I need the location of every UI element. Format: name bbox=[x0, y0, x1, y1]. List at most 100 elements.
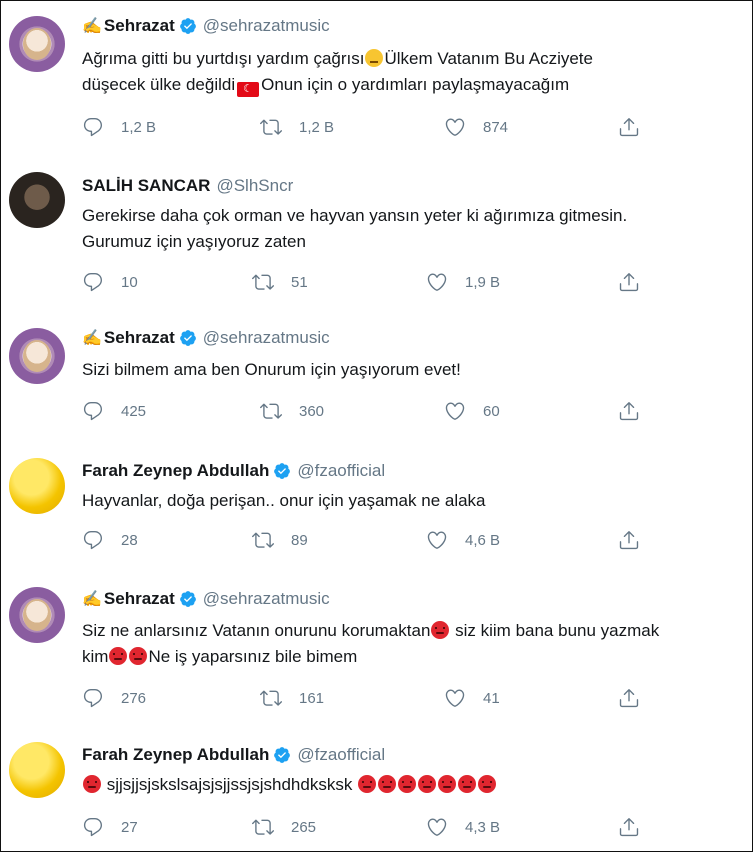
retweet-count: 1,2 B bbox=[299, 118, 335, 136]
reply-button[interactable]: 1,2 B bbox=[82, 115, 156, 139]
angry-face-emoji bbox=[438, 775, 457, 793]
like-icon bbox=[426, 816, 448, 838]
retweet-count: 161 bbox=[299, 689, 325, 707]
handle[interactable]: @sehrazatmusic bbox=[203, 16, 330, 36]
angry-face-emoji bbox=[478, 775, 497, 793]
retweet-button[interactable]: 161 bbox=[260, 686, 324, 710]
retweet-button[interactable]: 360 bbox=[260, 399, 324, 423]
like-button[interactable]: 874 bbox=[444, 115, 508, 139]
share-icon bbox=[618, 116, 640, 138]
unamused-face-emoji bbox=[365, 49, 384, 67]
retweet-count: 265 bbox=[291, 818, 317, 836]
display-name[interactable]: Farah Zeynep Abdullah bbox=[82, 745, 269, 765]
like-count: 1,9 B bbox=[465, 273, 501, 291]
writing-hand-icon: ✍ bbox=[82, 591, 102, 608]
sehrazat-avatar[interactable] bbox=[9, 328, 65, 384]
like-icon bbox=[444, 400, 466, 422]
sehrazat-avatar[interactable] bbox=[9, 16, 65, 72]
verified-badge-icon bbox=[273, 746, 291, 764]
retweet-button[interactable]: 51 bbox=[252, 270, 308, 294]
farah-avatar[interactable] bbox=[9, 458, 65, 514]
retweet-button[interactable]: 265 bbox=[252, 815, 316, 839]
like-button[interactable]: 60 bbox=[444, 399, 500, 423]
angry-face-emoji bbox=[378, 775, 397, 793]
handle[interactable]: @fzaofficial bbox=[297, 461, 385, 481]
retweet-count: 89 bbox=[291, 531, 308, 549]
retweet-count: 360 bbox=[299, 402, 325, 420]
like-button[interactable]: 4,3 B bbox=[426, 815, 500, 839]
angry-face-emoji bbox=[458, 775, 477, 793]
reply-icon bbox=[82, 400, 104, 422]
verified-badge-icon bbox=[179, 329, 197, 347]
like-count: 4,6 B bbox=[465, 531, 501, 549]
reply-button[interactable]: 28 bbox=[82, 528, 138, 552]
handle[interactable]: @sehrazatmusic bbox=[203, 328, 330, 348]
retweet-button[interactable]: 1,2 B bbox=[260, 115, 334, 139]
reply-button[interactable]: 10 bbox=[82, 270, 138, 294]
display-name[interactable]: Sehrazat bbox=[104, 589, 175, 609]
tweet-actions: 1,2 B 1,2 B 874 bbox=[82, 115, 642, 139]
share-button[interactable] bbox=[618, 270, 640, 294]
tweet-actions: 10 51 1,9 B bbox=[82, 270, 642, 294]
reply-button[interactable]: 276 bbox=[82, 686, 146, 710]
like-button[interactable]: 1,9 B bbox=[426, 270, 500, 294]
retweet-icon bbox=[252, 816, 274, 838]
angry-face-emoji bbox=[431, 621, 450, 639]
angry-face-emoji bbox=[358, 775, 377, 793]
handle[interactable]: @SlhSncr bbox=[216, 176, 293, 196]
farah-avatar[interactable] bbox=[9, 742, 65, 798]
reply-count: 1,2 B bbox=[121, 118, 157, 136]
share-icon bbox=[618, 529, 640, 551]
reply-count: 27 bbox=[121, 818, 138, 836]
angry-face-emoji bbox=[109, 647, 128, 665]
like-count: 874 bbox=[483, 118, 509, 136]
reply-button[interactable]: 27 bbox=[82, 815, 138, 839]
like-count: 60 bbox=[483, 402, 500, 420]
tweet-text: Gerekirse daha çok orman ve hayvan yansı… bbox=[82, 206, 628, 251]
handle[interactable]: @sehrazatmusic bbox=[203, 589, 330, 609]
reply-icon bbox=[82, 687, 104, 709]
handle[interactable]: @fzaofficial bbox=[297, 745, 385, 765]
reply-icon bbox=[82, 116, 104, 138]
tweet-text: sjjsjjsjskslsajsjsjjssjsjshdhdksksk bbox=[82, 772, 497, 798]
retweet-icon bbox=[260, 400, 282, 422]
display-name[interactable]: Sehrazat bbox=[104, 328, 175, 348]
share-icon bbox=[618, 400, 640, 422]
share-icon bbox=[618, 687, 640, 709]
reply-button[interactable]: 425 bbox=[82, 399, 146, 423]
tweet-text: Ağrıma gitti bu yurtdışı yardım çağrısı Ü… bbox=[82, 49, 593, 97]
retweet-icon bbox=[260, 687, 282, 709]
share-icon bbox=[618, 271, 640, 293]
tweet-actions: 27 265 4,3 B bbox=[82, 815, 642, 839]
retweet-count: 51 bbox=[291, 273, 308, 291]
display-name[interactable]: SALİH SANCAR bbox=[82, 176, 210, 196]
display-name[interactable]: Sehrazat bbox=[104, 16, 175, 36]
angry-face-emoji bbox=[83, 775, 101, 793]
reply-count: 425 bbox=[121, 402, 147, 420]
retweet-button[interactable]: 89 bbox=[252, 528, 308, 552]
share-button[interactable] bbox=[618, 399, 640, 423]
share-button[interactable] bbox=[618, 115, 640, 139]
reply-icon bbox=[82, 529, 104, 551]
share-icon bbox=[618, 816, 640, 838]
like-icon bbox=[426, 529, 448, 551]
turkey-flag-emoji: ☾ bbox=[237, 82, 260, 97]
like-button[interactable]: 4,6 B bbox=[426, 528, 500, 552]
salih-avatar[interactable] bbox=[9, 172, 65, 228]
reply-count: 276 bbox=[121, 689, 147, 707]
like-button[interactable]: 41 bbox=[444, 686, 500, 710]
display-name[interactable]: Farah Zeynep Abdullah bbox=[82, 461, 269, 481]
writing-hand-icon: ✍ bbox=[82, 18, 102, 35]
reply-icon bbox=[82, 271, 104, 293]
tweet-text: Siz ne anlarsınız Vatanın onurunu koruma… bbox=[82, 621, 660, 666]
tweet-actions: 276 161 41 bbox=[82, 686, 642, 710]
verified-badge-icon bbox=[273, 462, 291, 480]
writing-hand-icon: ✍ bbox=[82, 330, 102, 347]
retweet-icon bbox=[260, 116, 282, 138]
sehrazat-avatar[interactable] bbox=[9, 587, 65, 643]
share-button[interactable] bbox=[618, 686, 640, 710]
share-button[interactable] bbox=[618, 528, 640, 552]
retweet-icon bbox=[252, 271, 274, 293]
share-button[interactable] bbox=[618, 815, 640, 839]
like-icon bbox=[444, 116, 466, 138]
